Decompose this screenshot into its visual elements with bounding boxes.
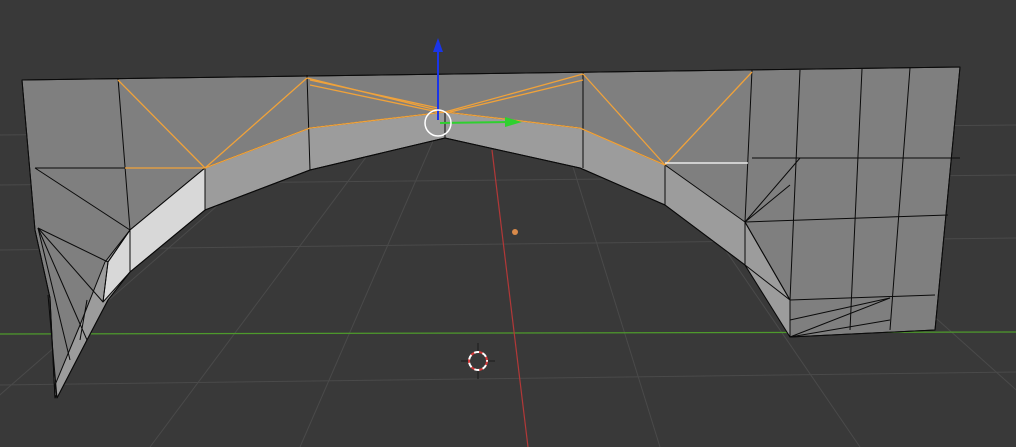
z-axis-arrow-head[interactable] bbox=[433, 38, 443, 52]
arch-mesh[interactable] bbox=[21, 66, 961, 399]
red-axis-line bbox=[491, 149, 529, 447]
viewport-canvas[interactable] bbox=[0, 0, 1016, 447]
3d-cursor-icon[interactable] bbox=[461, 343, 495, 379]
object-origin-point[interactable] bbox=[512, 229, 518, 235]
3d-viewport[interactable] bbox=[0, 0, 1016, 447]
